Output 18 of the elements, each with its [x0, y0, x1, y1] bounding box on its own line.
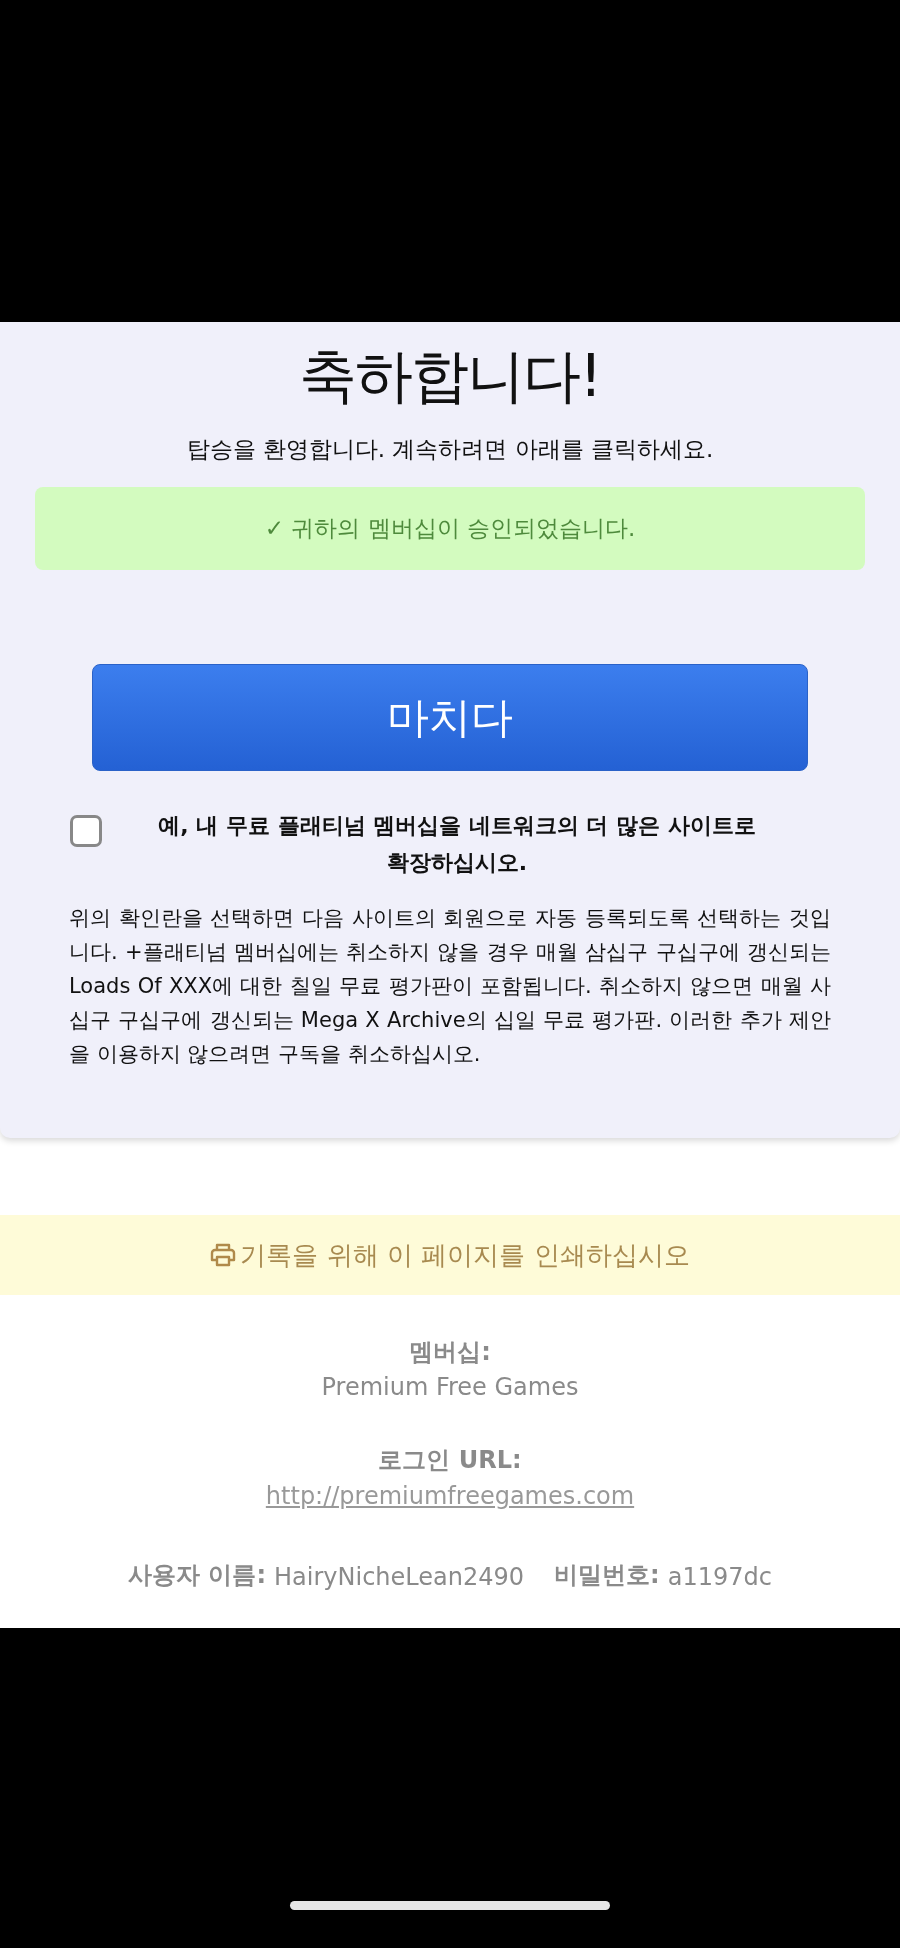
credential-label: 비밀번호:: [554, 1560, 660, 1591]
printer-icon: [210, 1243, 237, 1267]
login-url-link[interactable]: http://premiumfreegames.com: [265, 1477, 635, 1515]
success-notice: ✓ 귀하의 멤버십이 승인되었습니다.: [35, 487, 865, 570]
login-url-label: 로그인 URL:: [378, 1445, 522, 1476]
print-banner[interactable]: 기록을 위해 이 페이지를 인쇄하십시오: [0, 1215, 900, 1295]
welcome-text: 탑승을 환영합니다. 계속하려면 아래를 클릭하세요.: [186, 435, 714, 464]
credential-label: 사용자 이름:: [128, 1560, 267, 1591]
page-title: 축하합니다!: [299, 341, 601, 412]
membership-label: 멤버십:: [409, 1337, 491, 1368]
checkbox[interactable]: [70, 815, 102, 847]
offer-description: 위의 확인란을 선택하면 다음 사이트의 회원으로 자동 등록되도록 선택하는 것입니다. +플래티넘 멤버십에는 취소하지 않을 경우 매월 삼십구 구십구에 갱신되는 Loads Of XXX에 대한 칠일 무료 평가판이 포함됩니다. 취소하지 않으면 매월 사십구 구십구에 갱신되는 Mega X Archive의 십일 무료 평가판. 이러한 추가 제안을 이용하지 않으려면 구독을 취소하십시오.: [69, 905, 831, 1068]
checkbox-label: 예, 내 무료 플래티넘 멤버십을 네트워크의 더 많은 사이트로 확장하십시오.: [157, 812, 757, 877]
credential-value: HairyNicheLean2490: [274, 1562, 525, 1593]
membership-value: Premium Free Games: [321, 1372, 579, 1403]
print-text: 기록을 위해 이 페이지를 인쇄하십시오: [240, 1238, 690, 1272]
credential-value: a1197dc: [667, 1562, 772, 1593]
finish-button[interactable]: 마치다: [92, 664, 808, 771]
